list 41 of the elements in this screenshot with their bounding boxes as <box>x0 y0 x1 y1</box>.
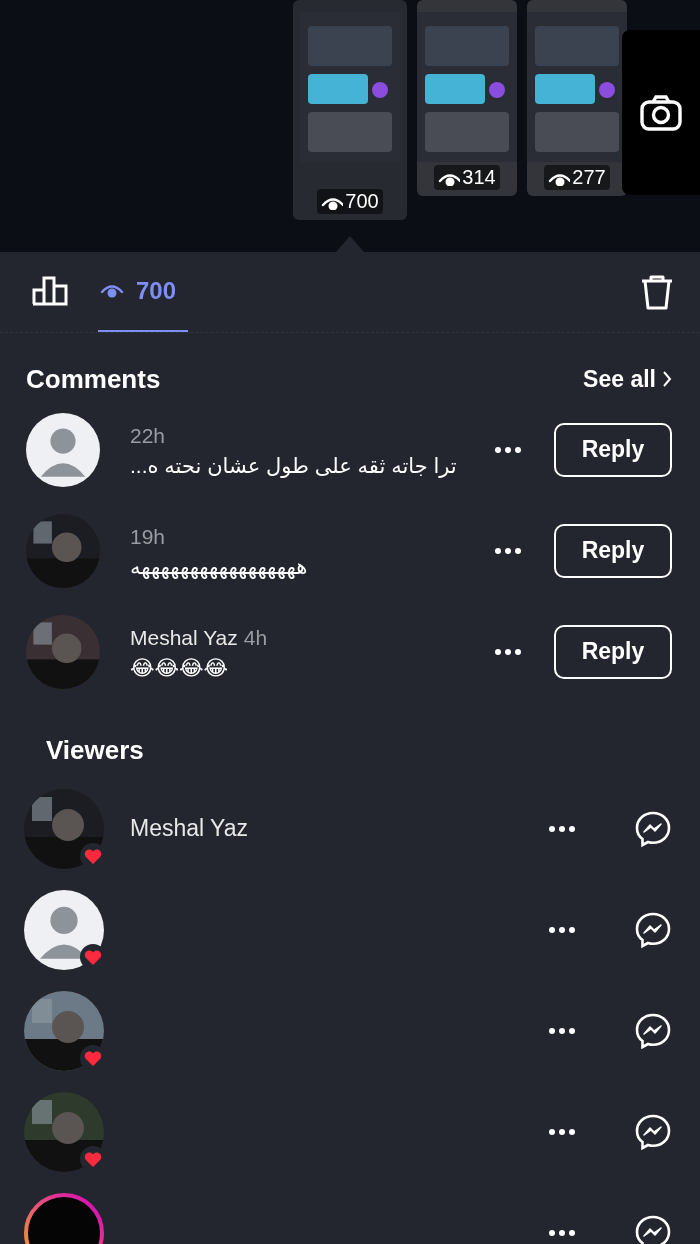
chevron-right-icon <box>662 370 672 388</box>
more-options-icon[interactable] <box>548 824 576 833</box>
reply-button[interactable]: Reply <box>554 523 672 578</box>
story-thumbnail[interactable]: 277 <box>527 0 627 196</box>
more-options-icon[interactable] <box>548 1127 576 1136</box>
more-options-icon[interactable] <box>548 1228 576 1237</box>
comment-time: 4h <box>243 625 268 650</box>
more-options-icon[interactable] <box>548 1026 576 1035</box>
comment-text: 😂😂😂😂 <box>130 655 229 680</box>
messenger-icon[interactable] <box>634 1011 672 1050</box>
default-avatar-icon <box>26 412 100 487</box>
more-options-icon[interactable] <box>494 546 522 555</box>
reply-button[interactable]: Reply <box>554 422 672 477</box>
reply-button[interactable]: Reply <box>554 624 672 679</box>
more-options-icon[interactable] <box>548 925 576 934</box>
messenger-icon[interactable] <box>634 809 672 848</box>
view-count: 314 <box>462 166 496 189</box>
comment-text: ترا جاته ثقه على طول عشان نحته ه... <box>130 453 457 478</box>
bar-chart-icon <box>32 276 70 306</box>
username[interactable]: Meshal Yaz <box>130 815 249 842</box>
more-options-icon[interactable] <box>494 647 522 656</box>
camera-panel[interactable] <box>622 30 700 195</box>
messenger-icon[interactable] <box>634 1213 672 1244</box>
story-thumbnail[interactable]: 700 <box>293 0 407 220</box>
comment-time: 19h <box>130 524 166 549</box>
comment-text: هههههههههههههههههه <box>130 554 308 579</box>
username[interactable]: Meshal Yaz <box>130 625 238 650</box>
more-options-icon[interactable] <box>494 445 522 454</box>
delete-icon[interactable] <box>640 274 674 310</box>
see-all-link[interactable]: See all <box>583 365 672 393</box>
default-avatar-icon <box>24 889 104 970</box>
camera-icon[interactable] <box>640 94 682 131</box>
comment-time: 22h <box>130 423 166 448</box>
view-count: 277 <box>572 166 606 189</box>
view-count: 700 <box>345 190 379 213</box>
story-thumbnail[interactable]: 314 <box>417 0 517 196</box>
section-title: Viewers <box>46 734 144 766</box>
tab[interactable]: 700 <box>98 252 189 332</box>
messenger-icon[interactable] <box>634 910 672 949</box>
section-title: Comments <box>26 363 161 395</box>
messenger-icon[interactable] <box>634 1112 672 1151</box>
